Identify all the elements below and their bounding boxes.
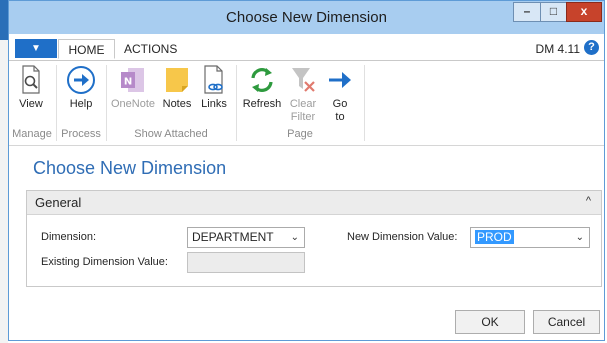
go-to-label: Go to	[332, 98, 348, 123]
ok-button[interactable]: OK	[455, 310, 525, 334]
app-menu-button[interactable]: ▼	[15, 39, 57, 58]
ribbon: View Manage Help Process N OneNote Notes…	[9, 61, 604, 146]
view-button[interactable]: View	[11, 61, 51, 125]
close-button[interactable]: x	[566, 2, 602, 22]
tab-actions[interactable]: ACTIONS	[124, 39, 177, 59]
clear-filter-label: Clear Filter	[289, 98, 317, 123]
general-fasttab: General ^ Dimension: DEPARTMENT ⌄ Existi…	[26, 190, 602, 287]
version-label: DM 4.11	[535, 42, 580, 56]
group-show-attached-label: Show Attached	[134, 128, 208, 140]
chevron-down-icon[interactable]: ⌄	[576, 228, 584, 247]
notes-icon	[166, 68, 188, 92]
group-process-label: Process	[61, 128, 101, 140]
ribbon-tab-row: ▼ HOME ACTIONS DM 4.11 ?	[9, 35, 604, 61]
svg-text:N: N	[124, 77, 132, 88]
new-dimension-value-dropdown[interactable]: PROD ⌄	[470, 227, 590, 248]
dimension-dropdown[interactable]: DEPARTMENT ⌄	[187, 227, 305, 248]
clear-filter-button[interactable]: Clear Filter	[285, 61, 321, 125]
existing-dimension-value-field	[187, 252, 305, 273]
view-icon	[22, 65, 40, 94]
maximize-button[interactable]: □	[540, 2, 567, 22]
help-icon[interactable]: ?	[584, 40, 599, 55]
ribbon-separator	[106, 65, 107, 141]
background-app-accent	[0, 0, 8, 40]
go-to-arrow-icon	[329, 72, 351, 88]
links-icon	[204, 65, 223, 94]
background-app-strip	[0, 0, 8, 343]
links-button[interactable]: Links	[196, 61, 232, 125]
view-label: View	[19, 98, 43, 110]
help-button[interactable]: Help	[59, 61, 103, 125]
onenote-icon: N	[121, 68, 144, 92]
refresh-button[interactable]: Refresh	[240, 61, 284, 125]
dimension-value: DEPARTMENT	[192, 230, 274, 244]
help-arrow-icon	[67, 66, 95, 94]
dialog-window: Choose New Dimension – □ x ▼ HOME ACTION…	[8, 0, 605, 341]
existing-dimension-value-label: Existing Dimension Value:	[41, 256, 168, 268]
page-title: Choose New Dimension	[33, 158, 227, 178]
refresh-label: Refresh	[242, 98, 282, 110]
dimension-label: Dimension:	[41, 231, 97, 243]
group-page-label: Page	[287, 128, 313, 140]
ribbon-separator	[364, 65, 365, 141]
group-manage-label: Manage	[12, 128, 52, 140]
minimize-button[interactable]: –	[513, 2, 541, 22]
notes-button[interactable]: Notes	[158, 61, 196, 125]
collapse-chevron-icon[interactable]: ^	[586, 195, 591, 207]
go-to-button[interactable]: Go to	[323, 61, 357, 125]
notes-label: Notes	[162, 98, 192, 110]
ribbon-separator	[236, 65, 237, 141]
onenote-label: OneNote	[110, 98, 156, 110]
help-label: Help	[69, 98, 93, 110]
links-label: Links	[201, 98, 227, 110]
onenote-button[interactable]: N OneNote	[108, 61, 158, 125]
clear-filter-icon	[292, 68, 315, 92]
cancel-button[interactable]: Cancel	[533, 310, 600, 334]
general-fasttab-header[interactable]: General ^	[27, 191, 601, 215]
title-bar[interactable]: Choose New Dimension – □ x	[9, 1, 604, 34]
new-dimension-value[interactable]: PROD	[475, 230, 514, 244]
refresh-icon	[251, 68, 273, 92]
general-fasttab-title: General	[35, 195, 82, 210]
tab-home[interactable]: HOME	[58, 39, 115, 59]
chevron-down-icon[interactable]: ⌄	[291, 228, 299, 247]
new-dimension-value-label: New Dimension Value:	[347, 231, 458, 243]
